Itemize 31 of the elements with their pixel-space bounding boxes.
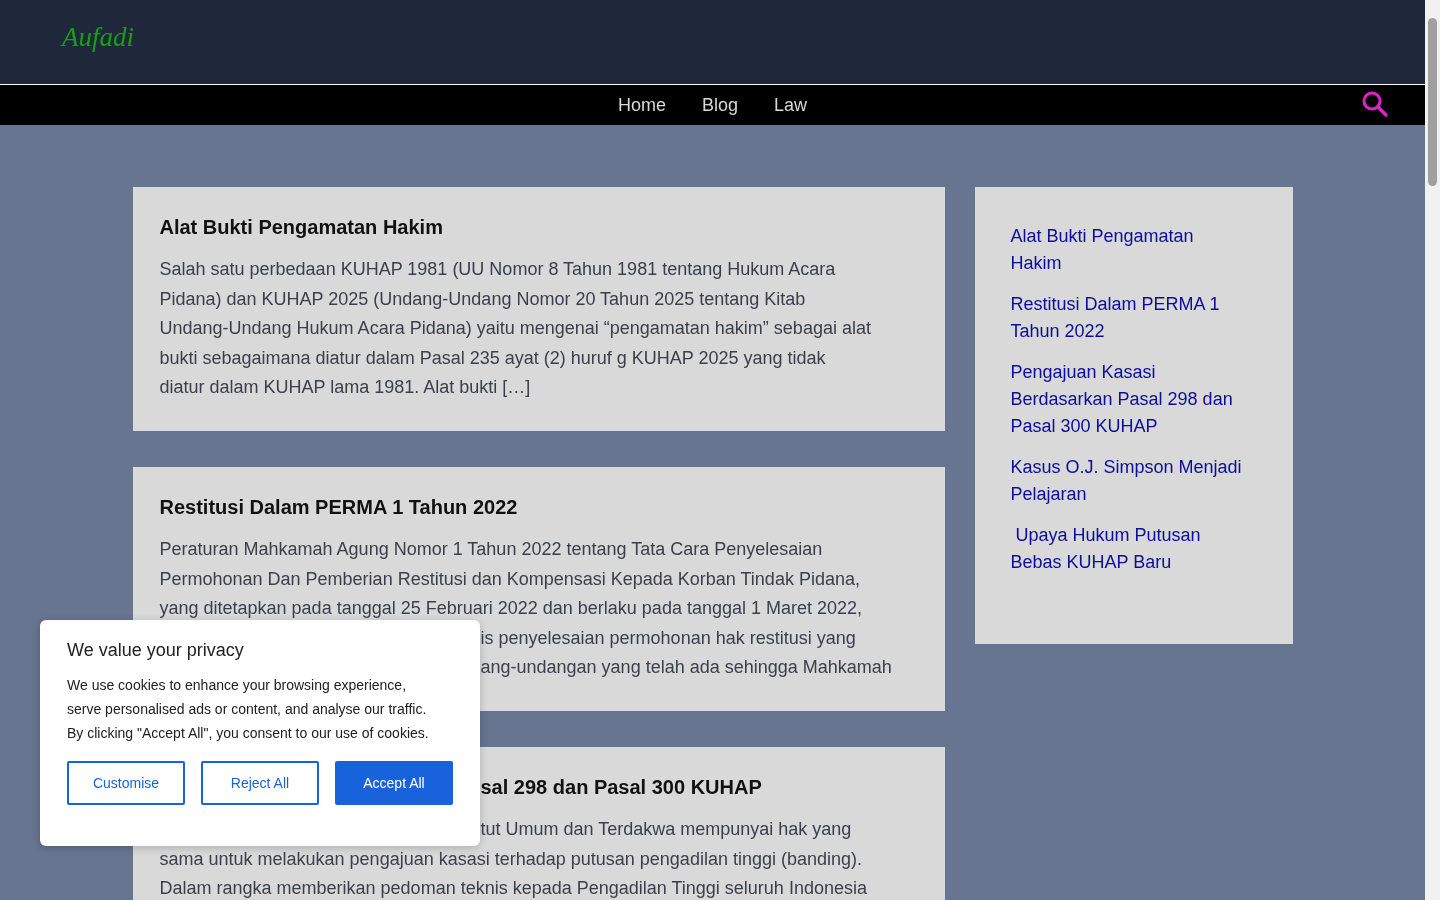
excerpt-text: Peraturan Mahkamah Agung Nomor 1 Tahun 2022 tentang Tata Cara Penyelesaian — [159, 538, 823, 559]
post-title[interactable]: sal 298 dan Pasal 300 KUHAP — [480, 775, 762, 798]
cookie-button[interactable]: Customise — [67, 761, 185, 805]
post-title[interactable]: Alat Bukti Pengamatan Hakim — [159, 216, 443, 238]
excerpt-text: Salah satu perbedaan KUHAP 1981 (UU Nomor 8 Tahun 1981 tentang Hukum Acara — [159, 259, 836, 279]
excerpt-text: ang-undangan yang telah ada sehingga Mahkamah — [480, 657, 892, 678]
nav-link[interactable]: Law — [774, 94, 808, 116]
site-logo[interactable]: Aufadi — [62, 21, 134, 53]
excerpt-text: diatur dalam KUHAP lama 1981. Alat bukti […] — [159, 377, 531, 398]
nav-link[interactable]: Home — [617, 94, 666, 116]
excerpt-text: Pidana) dan KUHAP 2025 (Undang-Undang Nomor 20 Tahun 2025 tentang Kitab — [159, 288, 806, 309]
excerpt-text: yang ditetapkan pada tanggal 25 Februari 2022 dan berlaku pada tanggal 1 Maret 2022, — [159, 598, 863, 619]
excerpt-text: sama untuk melakukan pengajuan kasasi terhadap putusan pengadilan tinggi (banding). — [159, 848, 862, 869]
nav-link[interactable]: Blog — [701, 94, 738, 116]
excerpt-text: Permohonan Dan Pemberian Restitusi dan Kompensasi Kepada Korban Tindak Pidana, — [159, 568, 860, 589]
sidebar-link[interactable]: Upaya Hukum Putusan Bebas KUHAP Baru — [1010, 522, 1249, 576]
post-title[interactable]: Restitusi Dalam PERMA 1 Tahun 2022 — [159, 495, 518, 518]
sidebar-link[interactable]: Kasus O.J. Simpson Menjadi Pelajaran — [1010, 454, 1249, 508]
cookie-text: We use cookies to enhance your browsing experience, serve personalised ads or content, and analyse our traffic. By clicking "Accept All", you consent to our use of cookies. — [67, 676, 430, 743]
cookie-title: We value your privacy — [67, 640, 245, 661]
excerpt-text: bukti sebagaimana diatur dalam Pasal 235 ayat (2) huruf g KUHAP 2025 yang tidak — [159, 347, 826, 368]
sidebar-link[interactable]: Pengajuan Kasasi Berdasarkan Pasal 298 dan Pasal 300 KUHAP — [1010, 359, 1249, 440]
search-icon[interactable] — [1361, 90, 1389, 118]
cookie-button[interactable]: Accept All — [335, 761, 453, 805]
excerpt-text: Dalam rangka memberikan pedoman teknis kepada Pengadilan Tinggi seluruh Indonesia — [159, 878, 867, 899]
sidebar-link[interactable]: Restitusi Dalam PERMA 1 Tahun 2022 — [1010, 291, 1249, 345]
cookie-button[interactable]: Reject All — [201, 761, 319, 805]
excerpt-text: tut Umum dan Terdakwa mempunyai hak yang — [480, 818, 852, 839]
sidebar-link[interactable]: Alat Bukti Pengamatan Hakim — [1010, 223, 1249, 277]
excerpt-text: Undang-Undang Hukum Acara Pidana) yaitu mengenai “pengamatan hakim” sebagai alat — [159, 318, 871, 339]
excerpt-text: is penyelesaian permohonan hak restitusi yang — [480, 627, 856, 648]
